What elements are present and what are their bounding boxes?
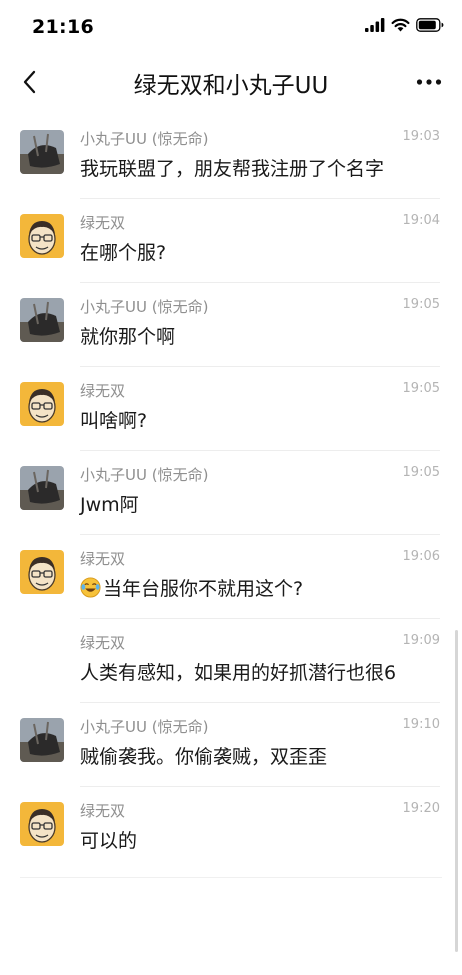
laugh-cry-emoji-icon: [80, 577, 101, 598]
message-time: 19:10: [402, 717, 440, 732]
list-item[interactable]: 小丸子UU (惊无命) 19:03 我玩联盟了，朋友帮我注册了个名字: [0, 115, 462, 199]
signal-icon: [365, 18, 385, 32]
message-text: Jwm阿: [80, 494, 139, 516]
list-end-divider: [20, 877, 442, 878]
list-item[interactable]: 小丸子UU (惊无命) 19:10 贼偷袭我。你偷袭贼，双歪歪: [0, 703, 462, 787]
nav-bar: 绿无双和小丸子UU: [0, 56, 462, 108]
sender-name: 绿无双: [80, 802, 126, 820]
battery-icon: [416, 18, 444, 32]
photo-avatar-icon: [20, 466, 64, 510]
sender-name: 小丸子UU (惊无命): [80, 298, 209, 316]
list-item[interactable]: 绿无双 19:06 当年台服你不就用这个?: [0, 535, 462, 619]
avatar[interactable]: [20, 382, 64, 426]
cartoon-avatar-icon: [20, 214, 64, 258]
sender-name: 绿无双: [80, 382, 126, 400]
sender-name: 绿无双: [80, 550, 126, 568]
list-item[interactable]: 绿无双 19:04 在哪个服?: [0, 199, 462, 283]
avatar[interactable]: [20, 718, 64, 762]
photo-avatar-icon: [20, 298, 64, 342]
avatar[interactable]: [20, 550, 64, 594]
page-title: 绿无双和小丸子UU: [133, 73, 329, 99]
cartoon-avatar-icon: [20, 382, 64, 426]
sender-name: 小丸子UU (惊无命): [80, 130, 209, 148]
message-time: 19:20: [402, 801, 440, 816]
avatar[interactable]: [20, 214, 64, 258]
message-time: 19:09: [402, 633, 440, 648]
list-item[interactable]: 绿无双 19:05 叫啥啊?: [0, 367, 462, 451]
message-text: 就你那个啊: [80, 326, 176, 348]
avatar[interactable]: [20, 298, 64, 342]
avatar[interactable]: [20, 130, 64, 174]
message-text: 可以的: [80, 830, 138, 852]
status-icons: [365, 18, 444, 32]
sender-name: 绿无双: [80, 634, 126, 652]
sender-name: 绿无双: [80, 214, 126, 232]
list-item[interactable]: 绿无双 19:09 人类有感知，如果用的好抓潜行也很6: [0, 619, 462, 703]
list-item[interactable]: 小丸子UU (惊无命) 19:05 Jwm阿: [0, 451, 462, 535]
message-time: 19:04: [402, 213, 440, 228]
photo-avatar-icon: [20, 130, 64, 174]
sender-name: 小丸子UU (惊无命): [80, 466, 209, 484]
sender-name: 小丸子UU (惊无命): [80, 718, 209, 736]
message-time: 19:03: [402, 129, 440, 144]
message-text-content: 当年台服你不就用这个?: [103, 578, 304, 600]
avatar[interactable]: [20, 466, 64, 510]
message-text: 我玩联盟了，朋友帮我注册了个名字: [80, 158, 385, 180]
scrollbar[interactable]: [455, 630, 458, 952]
status-time: 21:16: [32, 16, 94, 38]
more-dots-icon[interactable]: [416, 78, 442, 86]
cartoon-avatar-icon: [20, 802, 64, 846]
message-time: 19:05: [402, 381, 440, 396]
message-time: 19:05: [402, 465, 440, 480]
message-text: 贼偷袭我。你偷袭贼，双歪歪: [80, 746, 328, 768]
cartoon-avatar-icon: [20, 550, 64, 594]
message-text: 人类有感知，如果用的好抓潜行也很6: [80, 662, 397, 684]
avatar[interactable]: [20, 802, 64, 846]
photo-avatar-icon: [20, 718, 64, 762]
list-item[interactable]: 绿无双 19:20 可以的: [0, 787, 462, 871]
message-time: 19:06: [402, 549, 440, 564]
message-text: 在哪个服?: [80, 242, 167, 264]
message-text: 叫啥啊?: [80, 410, 148, 432]
status-bar: 21:16: [0, 0, 462, 56]
list-item[interactable]: 小丸子UU (惊无命) 19:05 就你那个啊: [0, 283, 462, 367]
message-list: 小丸子UU (惊无命) 19:03 我玩联盟了，朋友帮我注册了个名字 绿无双 1…: [0, 115, 462, 871]
message-time: 19:05: [402, 297, 440, 312]
message-text: 当年台服你不就用这个?: [80, 574, 303, 601]
wifi-icon: [391, 18, 410, 32]
